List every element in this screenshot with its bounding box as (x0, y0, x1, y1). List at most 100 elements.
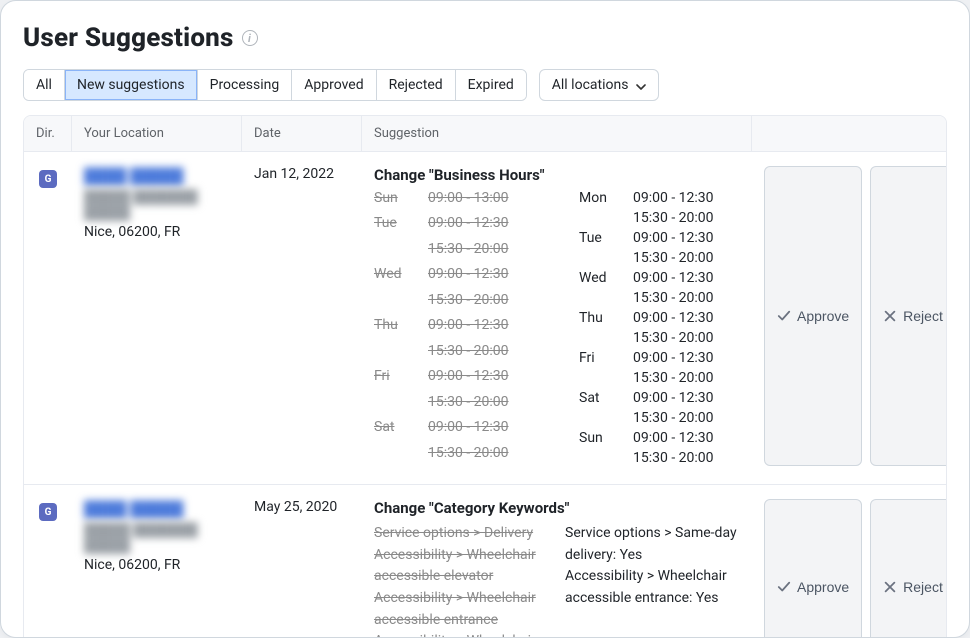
new-slot: 09:00 - 12:30 (633, 230, 754, 246)
new-day: Mon (579, 190, 623, 206)
keyword-old: Accessibility > Wheelchair accessible en… (374, 588, 549, 631)
table-row: G ████ █████ █████ ███████ █████ Nice, 0… (24, 485, 946, 638)
tabs: All New suggestions Processing Approved … (23, 69, 527, 101)
location-sub-blurred: █████ ███████ █████ (84, 522, 230, 554)
keywords-new-col: Service options > Same-day delivery: Yes… (565, 523, 740, 638)
new-slot: 15:30 - 20:00 (633, 250, 754, 266)
tab-processing[interactable]: Processing (198, 70, 293, 100)
reject-button[interactable]: Reject (870, 166, 947, 466)
new-slot: 09:00 - 12:30 (633, 350, 754, 366)
dir-badge: G (39, 503, 57, 521)
reject-button[interactable]: Reject (870, 499, 947, 638)
new-day: Thu (579, 310, 623, 326)
new-slot: 15:30 - 20:00 (633, 410, 754, 426)
col-location: Your Location (72, 116, 242, 151)
approve-label: Approve (797, 308, 849, 324)
new-slot: 09:00 - 12:30 (633, 190, 754, 206)
old-day: Wed (374, 266, 418, 287)
chevron-down-icon (636, 80, 646, 90)
location-sub-blurred: █████ ███████ █████ (84, 189, 230, 221)
check-icon (777, 580, 791, 594)
filter-bar: All New suggestions Processing Approved … (23, 69, 947, 101)
location-name-blurred: ████ █████ (84, 167, 183, 185)
tab-new-suggestions[interactable]: New suggestions (65, 70, 198, 100)
old-slot: 09:00 - 12:30 (428, 215, 549, 236)
new-slot: 15:30 - 20:00 (633, 450, 754, 466)
location-filter-dropdown[interactable]: All locations (539, 69, 660, 101)
suggestion-title: Change "Category Keywords" (374, 499, 740, 517)
new-slot: 15:30 - 20:00 (633, 330, 754, 346)
cell-suggestion: Change "Business Hours" Sun 09:00 - 13:0… (362, 166, 752, 466)
cell-location: ████ █████ █████ ███████ █████ Nice, 062… (72, 166, 242, 466)
reject-label: Reject (903, 308, 943, 324)
dir-badge: G (39, 170, 57, 188)
old-slot: 09:00 - 12:30 (428, 368, 549, 389)
tab-rejected[interactable]: Rejected (377, 70, 456, 100)
suggestion-title: Change "Business Hours" (374, 166, 740, 184)
old-slot: 15:30 - 20:00 (428, 394, 549, 415)
old-slot: 09:00 - 13:00 (428, 190, 549, 211)
reject-label: Reject (903, 579, 943, 595)
new-slot: 09:00 - 12:30 (633, 270, 754, 286)
old-slot: 15:30 - 20:00 (428, 445, 549, 466)
location-filter-label: All locations (552, 77, 629, 93)
cell-actions: Approve Reject (752, 499, 947, 638)
keyword-new: Accessibility > Wheelchair accessible en… (565, 566, 740, 609)
tab-approved[interactable]: Approved (292, 70, 376, 100)
cell-date: May 25, 2020 (242, 499, 362, 638)
approve-button[interactable]: Approve (764, 499, 862, 638)
hours-old-col: Sun 09:00 - 13:00 Tue 09:00 - 12:30 15:3… (374, 190, 549, 466)
old-slot: 09:00 - 12:30 (428, 317, 549, 338)
col-suggestion: Suggestion (362, 116, 752, 151)
page-title-text: User Suggestions (23, 23, 234, 53)
keyword-new: Service options > Same-day delivery: Yes (565, 523, 740, 566)
new-day: Wed (579, 270, 623, 286)
old-slot: 15:30 - 20:00 (428, 292, 549, 313)
keyword-old: Accessibility > Wheelchair accessible pa… (374, 631, 549, 638)
old-day: Sun (374, 190, 418, 211)
new-slot: 15:30 - 20:00 (633, 370, 754, 386)
info-icon[interactable]: i (242, 30, 258, 46)
new-slot: 09:00 - 12:30 (633, 390, 754, 406)
location-address: Nice, 06200, FR (84, 224, 180, 240)
suggestions-table: Dir. Your Location Date Suggestion G ███… (23, 115, 947, 638)
app-frame: User Suggestions i All New suggestions P… (0, 0, 970, 638)
new-day: Sat (579, 390, 623, 406)
keywords-grid: Service options > Delivery Accessibility… (374, 523, 740, 638)
hours-new-col: Mon 09:00 - 12:30 15:30 - 20:00 Tue 09:0… (579, 190, 754, 466)
new-slot: 15:30 - 20:00 (633, 210, 754, 226)
table-row: G ████ █████ █████ ███████ █████ Nice, 0… (24, 152, 946, 485)
cell-location: ████ █████ █████ ███████ █████ Nice, 062… (72, 499, 242, 638)
cell-dir: G (24, 166, 72, 466)
cell-actions: Approve Reject (752, 166, 947, 466)
table-header: Dir. Your Location Date Suggestion (24, 116, 946, 152)
col-dir: Dir. (24, 116, 72, 151)
new-slot: 09:00 - 12:30 (633, 430, 754, 446)
approve-button[interactable]: Approve (764, 166, 862, 466)
close-icon (883, 580, 897, 594)
location-address: Nice, 06200, FR (84, 557, 180, 573)
old-slot: 09:00 - 12:30 (428, 419, 549, 440)
keyword-old: Accessibility > Wheelchair accessible el… (374, 545, 549, 588)
keywords-old-col: Service options > Delivery Accessibility… (374, 523, 549, 638)
old-slot: 15:30 - 20:00 (428, 241, 549, 262)
tab-expired[interactable]: Expired (456, 70, 526, 100)
cell-dir: G (24, 499, 72, 638)
hours-grid: Sun 09:00 - 13:00 Tue 09:00 - 12:30 15:3… (374, 190, 740, 466)
old-slot: 09:00 - 12:30 (428, 266, 549, 287)
old-day: Thu (374, 317, 418, 338)
location-name-blurred: ████ █████ (84, 500, 183, 518)
check-icon (777, 309, 791, 323)
page-title: User Suggestions i (23, 23, 947, 53)
cell-date: Jan 12, 2022 (242, 166, 362, 466)
col-date: Date (242, 116, 362, 151)
col-actions (752, 116, 946, 151)
old-day: Tue (374, 215, 418, 236)
new-day: Fri (579, 350, 623, 366)
tab-all[interactable]: All (24, 70, 65, 100)
cell-suggestion: Change "Category Keywords" Service optio… (362, 499, 752, 638)
approve-label: Approve (797, 579, 849, 595)
new-slot: 09:00 - 12:30 (633, 310, 754, 326)
page: User Suggestions i All New suggestions P… (1, 1, 969, 638)
new-slot: 15:30 - 20:00 (633, 290, 754, 306)
